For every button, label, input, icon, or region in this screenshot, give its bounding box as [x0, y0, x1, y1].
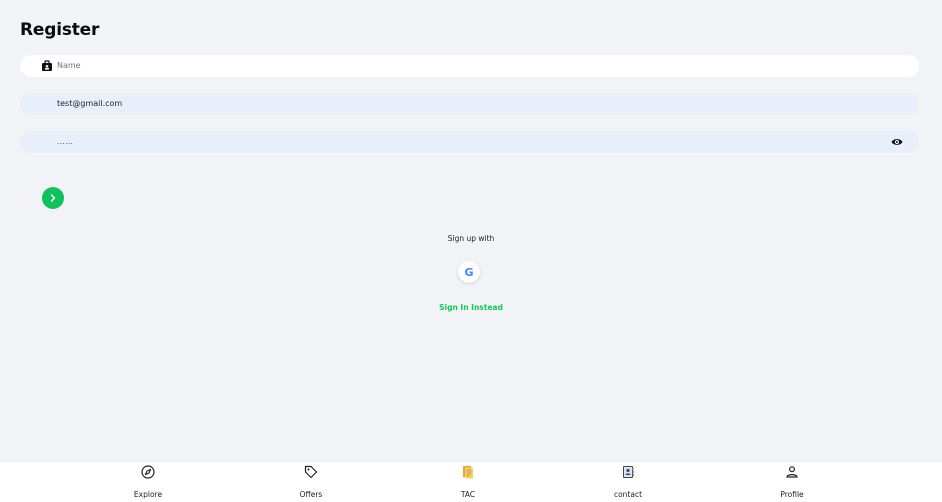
nav-item-explore[interactable]: Explore — [108, 462, 188, 502]
nav-label-offers: Offers — [299, 490, 323, 499]
contact-book-icon — [623, 466, 634, 478]
email-field[interactable]: test@gmail.com — [20, 93, 919, 115]
register-page: Register test@gmail.com ...... Sign up w… — [0, 0, 942, 502]
google-icon: G — [464, 265, 474, 279]
id-badge-icon — [42, 60, 52, 71]
nav-label-contact: contact — [613, 490, 643, 499]
user-icon — [786, 466, 798, 478]
nav-item-tac[interactable]: TAC — [428, 462, 508, 502]
name-input[interactable] — [57, 55, 877, 77]
nav-label-profile: Profile — [780, 490, 804, 499]
email-value[interactable]: test@gmail.com — [57, 93, 877, 115]
password-field[interactable]: ...... — [20, 131, 919, 153]
next-button[interactable] — [42, 187, 64, 209]
nav-item-offers[interactable]: Offers — [271, 462, 351, 502]
signup-with-label: Sign up with — [447, 234, 495, 243]
name-field[interactable] — [20, 55, 919, 77]
password-value[interactable]: ...... — [57, 131, 877, 153]
eye-icon[interactable] — [891, 137, 903, 147]
compass-icon — [141, 465, 155, 479]
google-signup-button[interactable]: G — [458, 261, 480, 283]
bottom-nav: Explore Offers TAC contact Profile — [0, 462, 942, 502]
sign-in-instead-link[interactable]: Sign In Instead — [0, 303, 942, 312]
nav-item-contact[interactable]: contact — [588, 462, 668, 502]
chevron-right-icon — [50, 194, 56, 202]
nav-label-explore: Explore — [133, 490, 163, 499]
document-icon — [463, 466, 473, 479]
nav-label-tac: TAC — [460, 490, 476, 499]
nav-item-profile[interactable]: Profile — [752, 462, 832, 502]
page-title: Register — [20, 20, 100, 40]
tag-icon — [304, 465, 318, 479]
